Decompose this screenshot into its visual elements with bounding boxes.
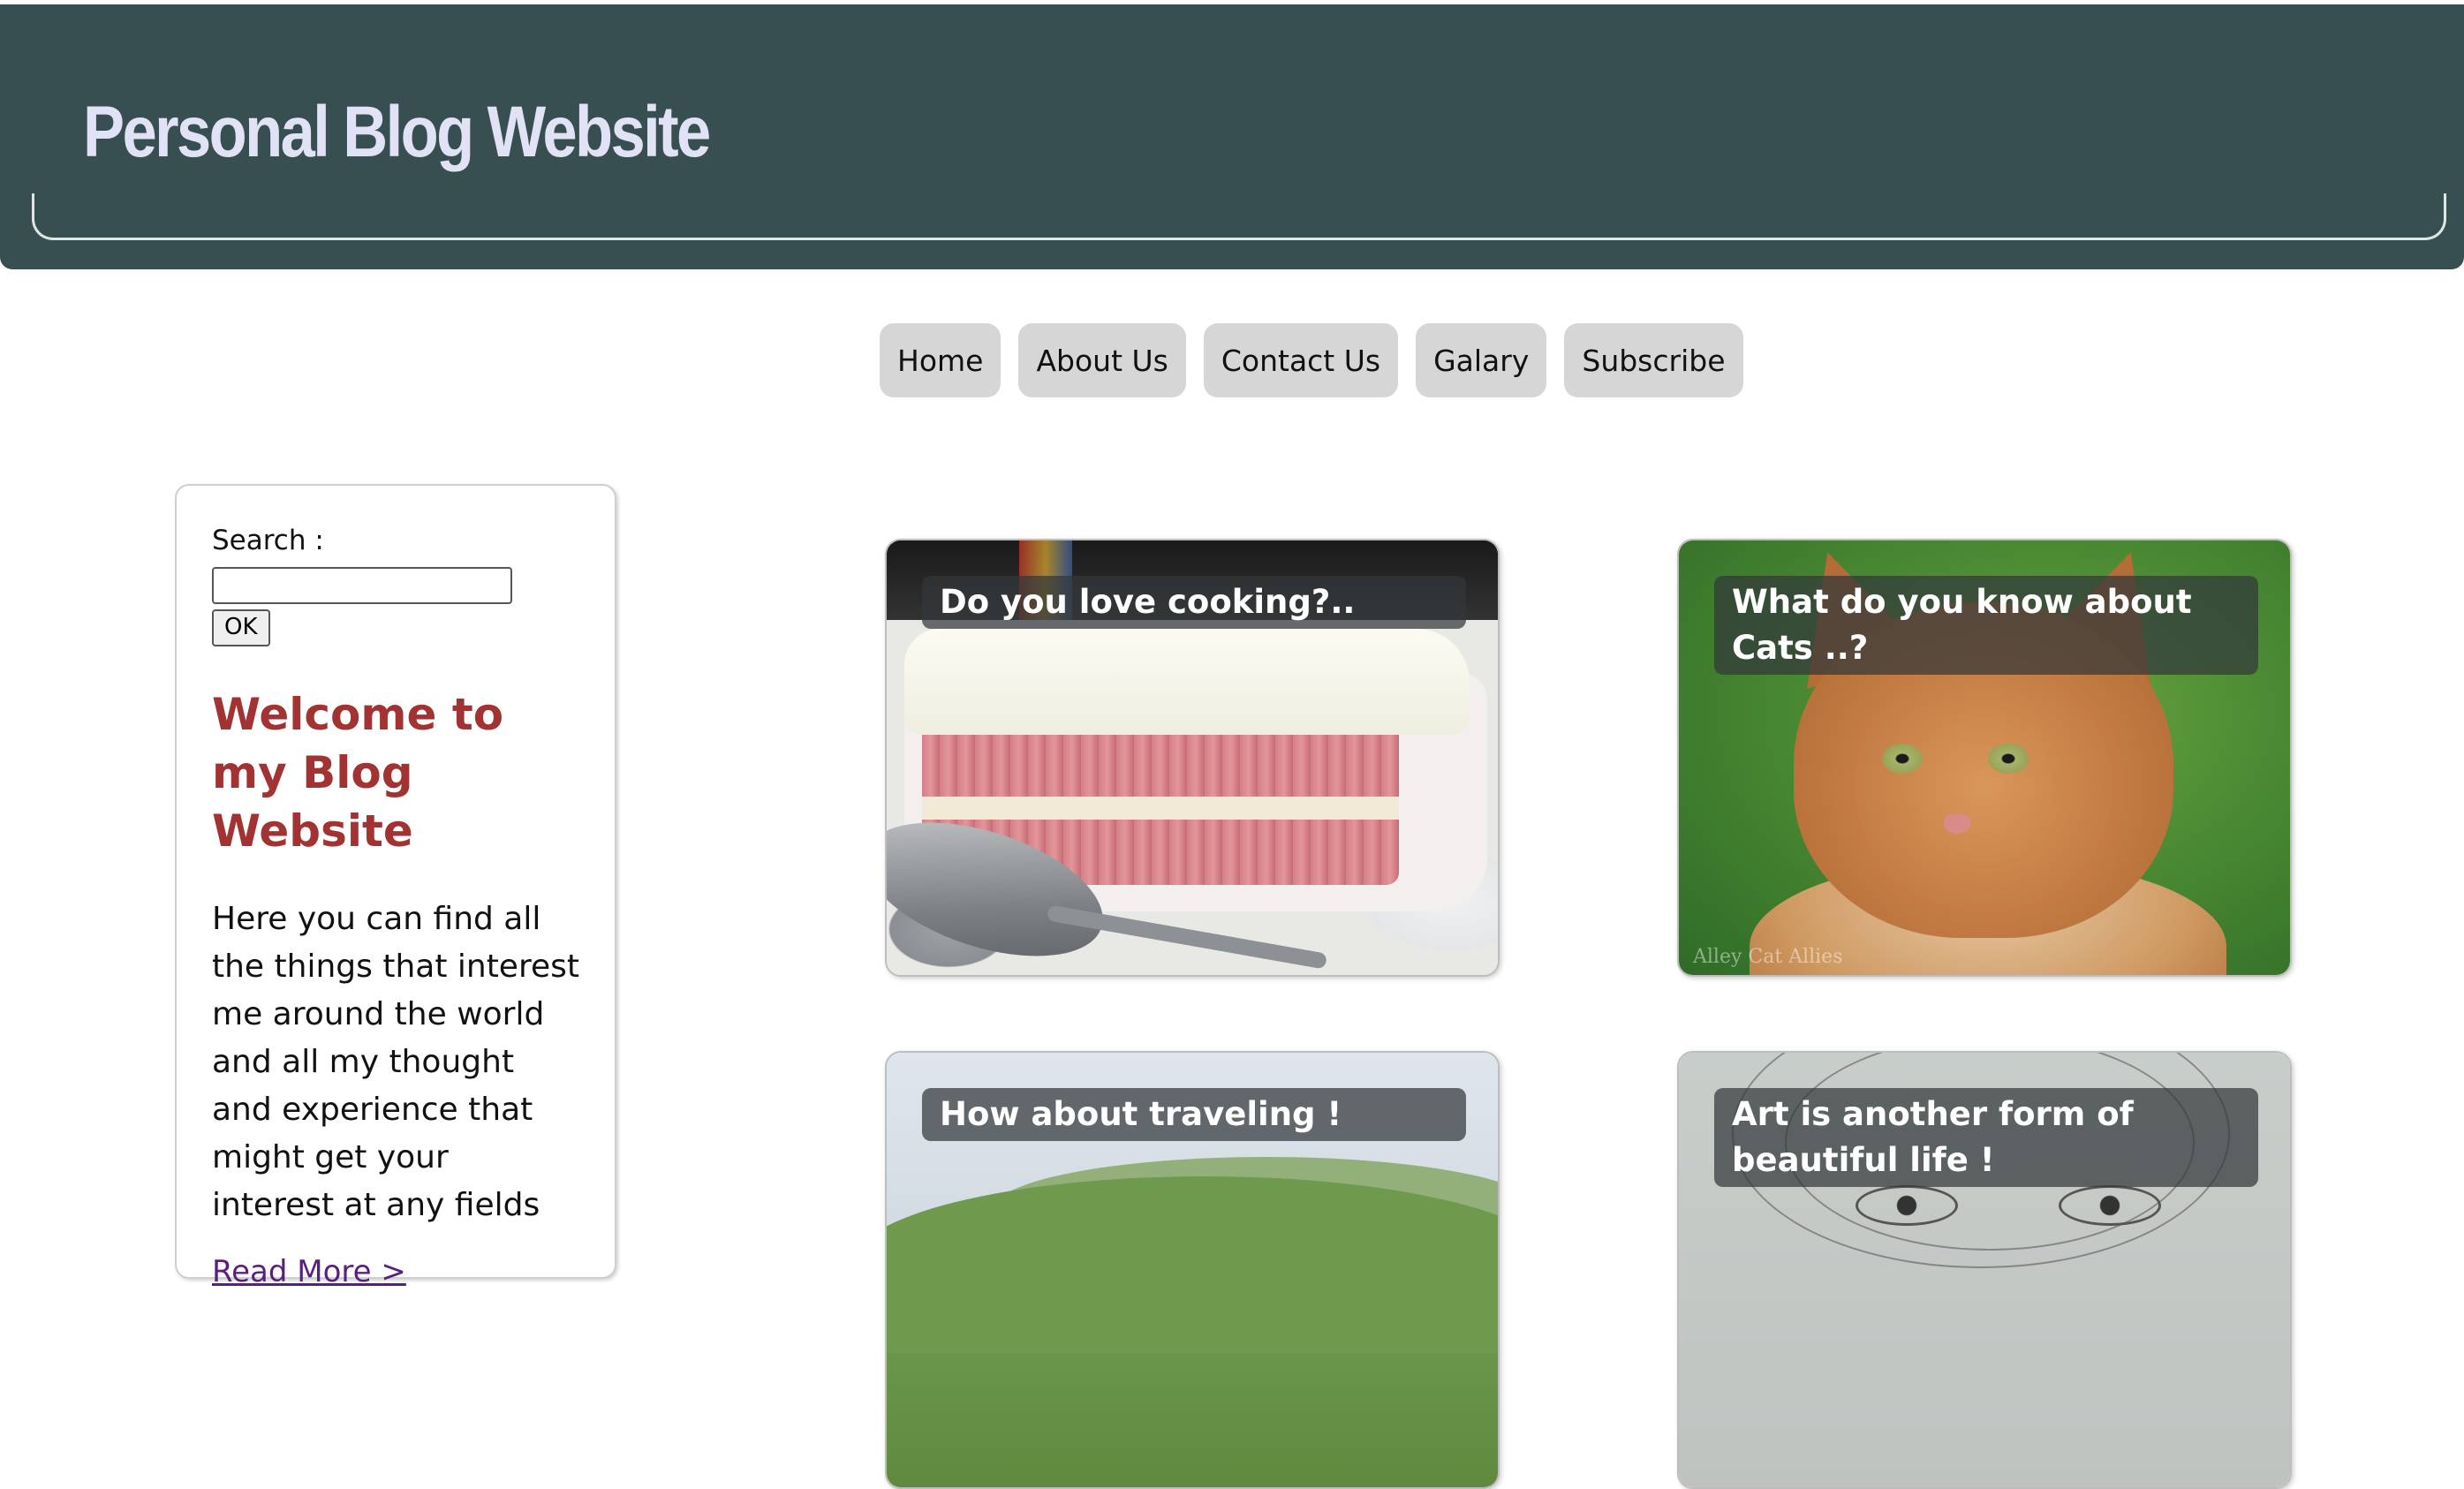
post-card-art[interactable]: Art is another form of beautiful life ! (1677, 1051, 2292, 1489)
post-card-cooking[interactable]: Do you love cooking?.. (885, 539, 1500, 977)
main-nav: Home About Us Contact Us Galary Subscrib… (880, 323, 1743, 397)
search-ok-button[interactable]: OK (212, 609, 270, 646)
sidebar-panel: Search : OK Welcome to my Blog Website H… (175, 484, 616, 1289)
nav-subscribe-button[interactable]: Subscribe (1564, 323, 1743, 397)
post-card-caption: Art is another form of beautiful life ! (1714, 1088, 2258, 1187)
welcome-heading: Welcome to my Blog Website (212, 689, 504, 857)
nav-contact-button[interactable]: Contact Us (1203, 323, 1399, 397)
post-card-cats[interactable]: Alley Cat Allies What do you know about … (1677, 539, 2292, 977)
nav-about-button[interactable]: About Us (1018, 323, 1186, 397)
site-title: Personal Blog Website (83, 92, 711, 172)
search-input[interactable] (212, 567, 512, 604)
site-header: Personal Blog Website (0, 4, 2464, 269)
welcome-description: Here you can find all the things that in… (212, 901, 579, 1223)
post-card-caption: What do you know about Cats ..? (1714, 576, 2258, 675)
search-label: Search : (212, 525, 324, 556)
post-card-caption: Do you love cooking?.. (922, 576, 1466, 629)
read-more-link[interactable]: Read More > (212, 1254, 406, 1289)
post-card-traveling[interactable]: How about traveling ! (885, 1051, 1500, 1489)
nav-gallery-button[interactable]: Galary (1416, 323, 1547, 397)
header-divider (32, 193, 2446, 240)
post-card-caption: How about traveling ! (922, 1088, 1466, 1141)
nav-home-button[interactable]: Home (880, 323, 1001, 397)
photo-watermark: Alley Cat Allies (1693, 946, 1843, 968)
